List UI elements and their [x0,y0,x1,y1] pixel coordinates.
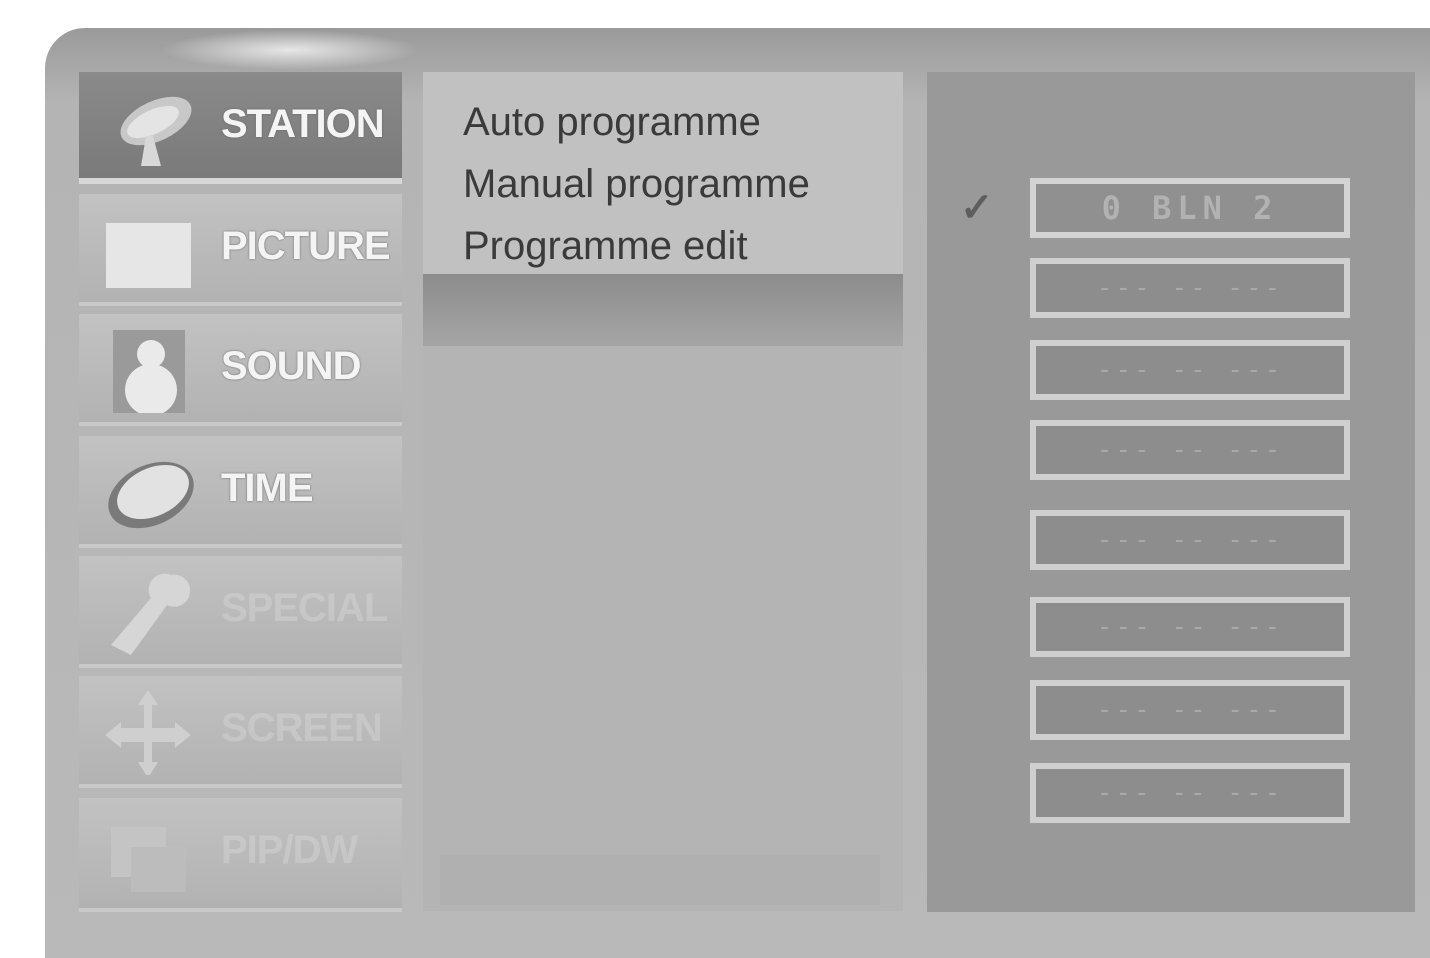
menu-item-special[interactable]: SPECIAL [79,556,402,668]
menu-item-screen[interactable]: SCREEN [79,676,402,788]
programme-slot[interactable]: --- -- --- [1030,763,1350,823]
menu-item-station[interactable]: STATION [79,72,402,184]
menu-item-time[interactable]: TIME [79,436,402,548]
pip-icon [111,827,186,892]
frame-highlight [160,30,420,70]
info-panel [423,346,903,911]
menu-label: SPECIAL [221,586,388,630]
wrench-icon [111,573,191,655]
submenu-item-programme-edit[interactable]: Programme edit [463,224,748,269]
menu-label: SCREEN [221,706,383,750]
footer-hint [440,855,880,905]
submenu-item-manual-programme[interactable]: Manual programme [463,162,810,207]
programme-slot[interactable]: --- -- --- [1030,420,1350,480]
programme-slot[interactable]: --- -- --- [1030,680,1350,740]
menu-item-picture[interactable]: PICTURE [79,194,402,306]
monitor-icon [106,223,191,288]
programme-slot[interactable]: --- -- --- [1030,597,1350,657]
programme-slot[interactable]: --- -- --- [1030,510,1350,570]
menu-label: TIME [221,466,314,510]
menu-label: PIP/DW [221,828,358,872]
menu-label: PICTURE [221,224,391,268]
programme-slot-selected[interactable]: 0 BLN 2 [1030,178,1350,238]
submenu-shadow [423,274,903,346]
check-icon: ✓ [960,186,994,230]
menu-item-pip[interactable]: PIP/DW [79,798,402,912]
programme-slot[interactable]: --- -- --- [1030,258,1350,318]
move-arrows-icon [105,690,191,775]
speaker-icon [113,330,185,413]
submenu-item-auto-programme[interactable]: Auto programme [463,100,761,145]
satellite-dish-icon [120,96,192,166]
programme-slot[interactable]: --- -- --- [1030,340,1350,400]
menu-label: SOUND [221,344,361,388]
menu-label: STATION [221,102,385,146]
clock-icon [108,461,194,529]
menu-item-sound[interactable]: SOUND [79,314,402,426]
station-submenu: Auto programme Manual programme Programm… [423,72,903,274]
